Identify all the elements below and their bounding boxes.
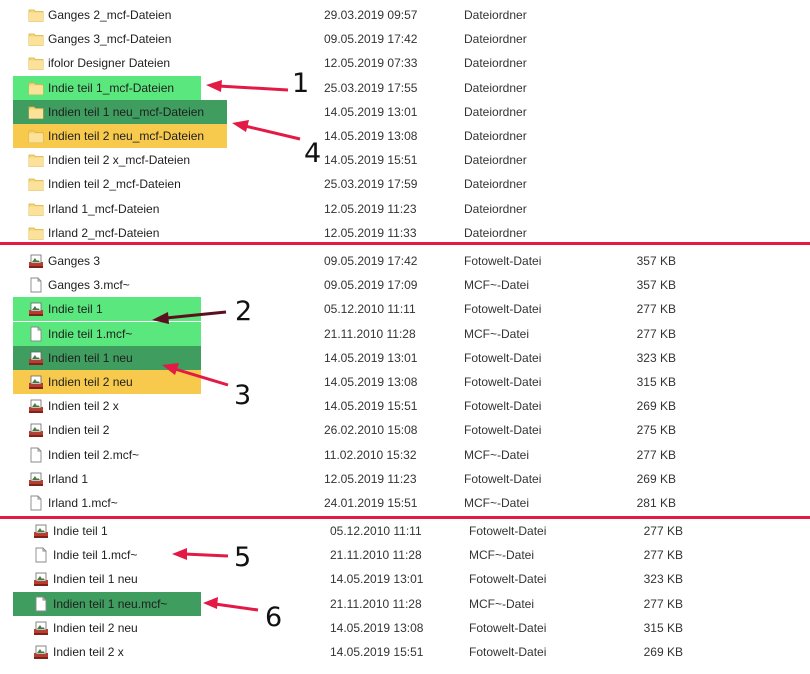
annotation-number: 4 xyxy=(304,138,322,169)
annotation-number: 2 xyxy=(235,296,253,327)
annotation-arrows xyxy=(152,80,301,612)
annotation-number: 1 xyxy=(292,68,310,99)
annotation-number: 5 xyxy=(234,542,252,573)
annotation-number: 3 xyxy=(234,380,252,411)
annotation-number: 6 xyxy=(265,602,283,633)
